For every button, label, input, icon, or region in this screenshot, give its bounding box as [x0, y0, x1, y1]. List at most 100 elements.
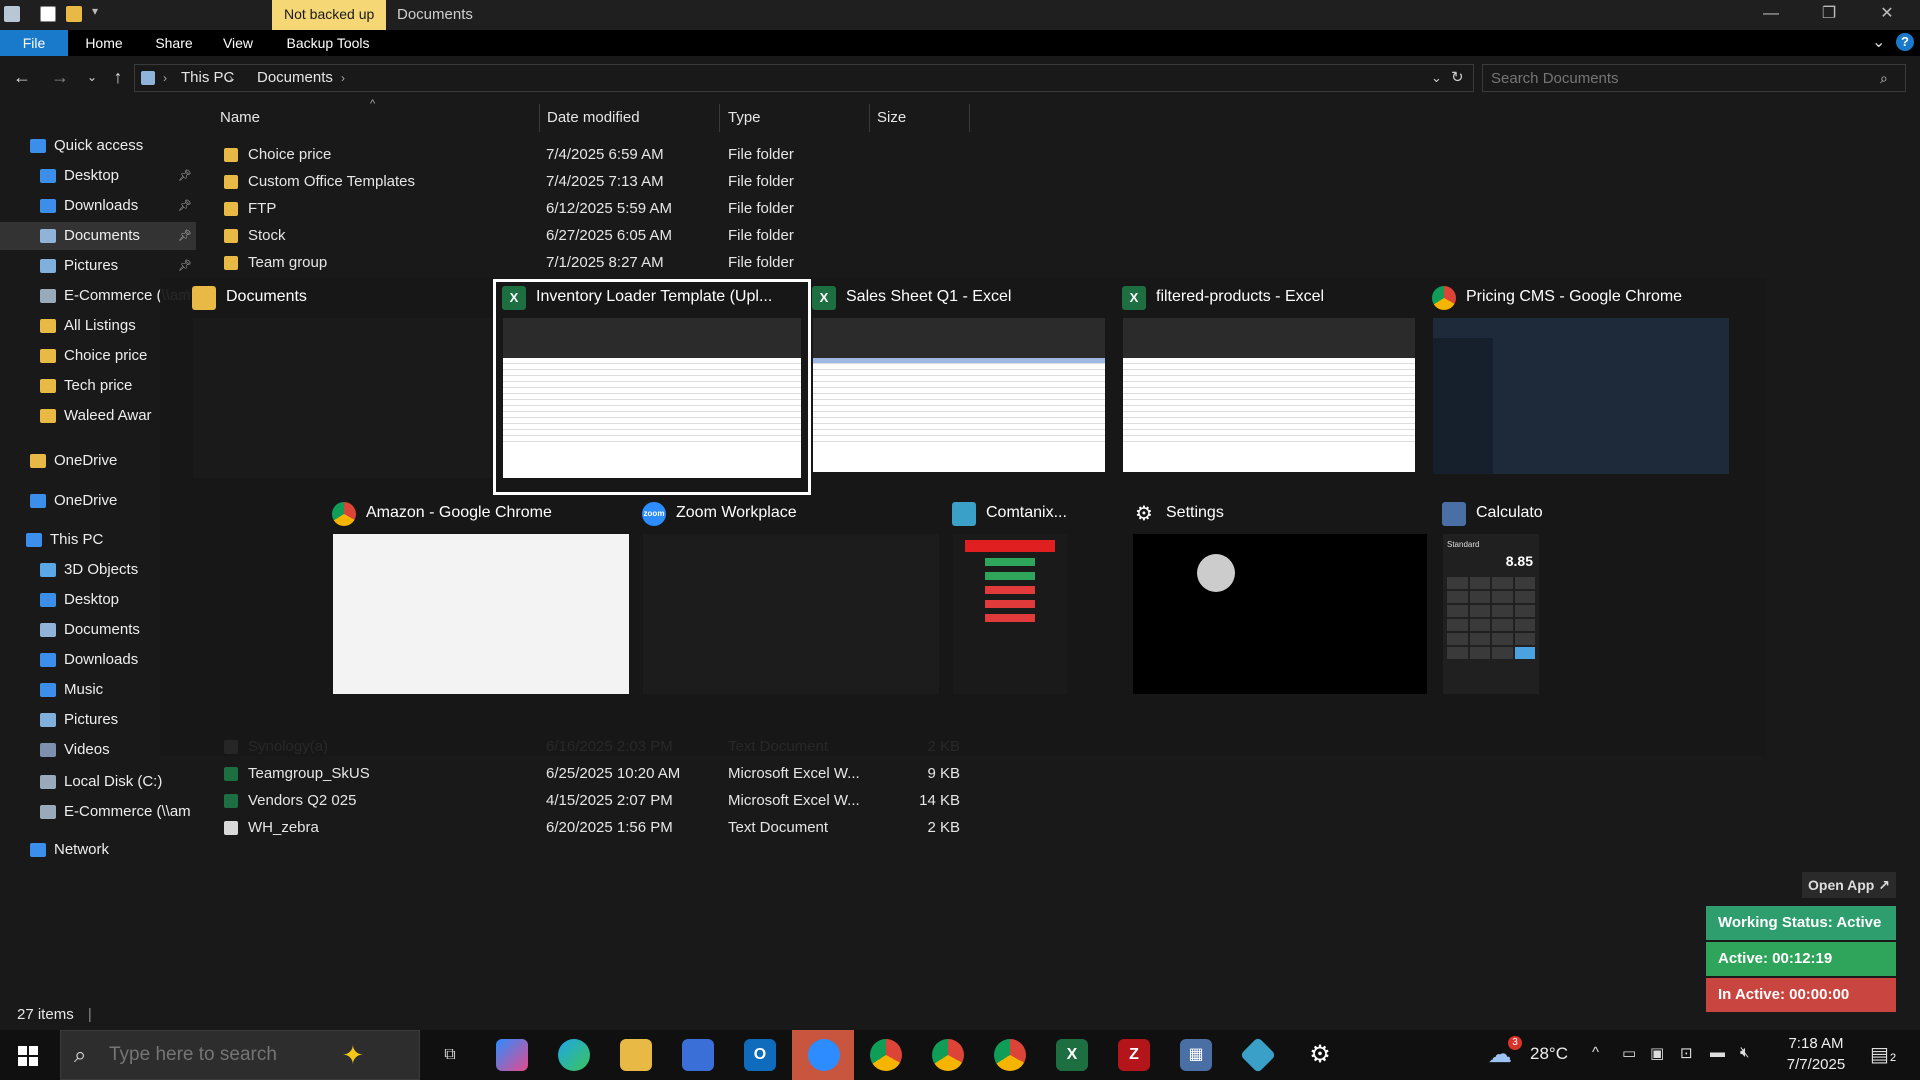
battery-icon[interactable]: ▬ — [1710, 1044, 1725, 1061]
help-icon[interactable]: ? — [1896, 33, 1914, 51]
taskbar: ⌕ ✦ ⧉ O X Z ▦ ⚙ ☁ 3 28°C ^ ▭ ▣ ⊡ ▬ 🔇︎ 7:… — [0, 1030, 1920, 1080]
filezilla-icon[interactable]: Z — [1118, 1039, 1150, 1071]
address-bar[interactable]: › This PC › Documents › ⌄ ↻ — [134, 64, 1474, 92]
nav-item-quick-access[interactable]: Quick access — [0, 132, 196, 160]
file-date: 6/20/2025 1:56 PM — [546, 819, 673, 836]
column-divider[interactable] — [969, 104, 970, 132]
switcher-card[interactable]: Xfiltered-products - Excel — [1116, 282, 1422, 492]
switcher-card[interactable]: X Sales Sheet Q1 - Excel — [806, 282, 1112, 492]
chrome-icon[interactable] — [932, 1039, 964, 1071]
column-header-name[interactable]: Name — [220, 98, 260, 138]
display-icon[interactable]: ▭ — [1622, 1044, 1636, 1062]
breadcrumb-separator-icon[interactable]: › — [229, 65, 233, 91]
copilot-sparkle-icon[interactable]: ✦ — [342, 1040, 364, 1071]
back-arrow-icon[interactable]: ← — [10, 66, 34, 90]
recent-locations-icon[interactable]: ⌄ — [80, 66, 104, 90]
expand-ribbon-icon[interactable]: ⌄ — [1872, 32, 1885, 52]
show-hidden-icons-icon[interactable]: ^ — [1592, 1044, 1599, 1061]
refresh-icon[interactable]: ↻ — [1451, 65, 1464, 91]
nav-item-desktop[interactable]: Desktop 📌︎ — [0, 162, 196, 190]
comtanix-icon[interactable] — [1239, 1036, 1277, 1074]
nav-item-e-commerce-am[interactable]: E-Commerce (\\am — [0, 798, 196, 826]
zoom-icon[interactable] — [808, 1039, 840, 1071]
open-app-button[interactable]: Open App ↗ — [1802, 872, 1896, 898]
column-header-type[interactable]: Type — [728, 98, 761, 138]
not-backed-up-badge[interactable]: Not backed up — [272, 0, 387, 30]
tab-share[interactable]: Share — [146, 30, 202, 56]
switcher-card[interactable]: Amazon - Google Chrome — [326, 498, 636, 708]
outlook-icon[interactable]: O — [744, 1039, 776, 1071]
temperature[interactable]: 28°C — [1530, 1044, 1568, 1064]
file-row[interactable]: Team group 7/1/2025 8:27 AM File folder — [200, 250, 1920, 276]
calculator-icon[interactable]: ▦ — [1180, 1039, 1212, 1071]
nav-item-network[interactable]: Network — [0, 836, 196, 864]
windows-start-icon[interactable] — [18, 1046, 38, 1066]
properties-check-icon[interactable] — [40, 6, 56, 22]
nav-item-documents[interactable]: Documents 📌︎ — [0, 222, 196, 250]
tab-file[interactable]: File — [0, 30, 68, 56]
settings-icon[interactable]: ⚙ — [1304, 1039, 1336, 1071]
customize-quick-access-icon[interactable]: ▾ — [92, 4, 98, 18]
column-divider[interactable] — [539, 104, 540, 132]
tab-home[interactable]: Home — [76, 30, 132, 56]
file-date: 6/12/2025 5:59 AM — [546, 200, 672, 217]
clock-date[interactable]: 7/7/2025 — [1780, 1056, 1852, 1073]
tab-backup-tools[interactable]: Backup Tools — [280, 30, 376, 56]
up-arrow-icon[interactable]: ↑ — [106, 66, 130, 90]
microsoft-store-icon[interactable] — [682, 1039, 714, 1071]
notification-icon[interactable]: ▤ — [1870, 1042, 1889, 1067]
column-header-size[interactable]: Size — [877, 98, 906, 138]
file-row[interactable]: Choice price 7/4/2025 6:59 AM File folder — [200, 142, 1920, 168]
nav-item-downloads[interactable]: Downloads 📌︎ — [0, 192, 196, 220]
breadcrumb-this-pc[interactable]: This PC — [181, 65, 234, 91]
breadcrumb-separator-icon[interactable]: › — [163, 65, 167, 91]
nav-item-label: Music — [64, 681, 104, 698]
desktop-icon — [40, 169, 56, 183]
file-explorer-icon[interactable] — [620, 1039, 652, 1071]
file-row[interactable]: Vendors Q2 025 4/15/2025 2:07 PM Microsoft… — [200, 788, 1920, 814]
file-row[interactable]: FTP 6/12/2025 5:59 AM File folder — [200, 196, 1920, 222]
volume-muted-icon[interactable]: 🔇︎ — [1740, 1044, 1749, 1061]
file-name: FTP — [248, 200, 277, 217]
switcher-card[interactable]: Comtanix... — [946, 498, 1074, 708]
nav-item-pictures[interactable]: Pictures 📌︎ — [0, 252, 196, 280]
new-folder-icon[interactable] — [66, 6, 82, 22]
edge-icon[interactable] — [558, 1039, 590, 1071]
file-row[interactable]: Custom Office Templates 7/4/2025 7:13 AM F… — [200, 169, 1920, 195]
column-divider[interactable] — [719, 104, 720, 132]
forward-arrow-icon[interactable]: → — [48, 66, 72, 90]
search-input[interactable] — [1482, 64, 1906, 92]
switcher-card-title: Inventory Loader Template (Upl... — [536, 288, 773, 305]
address-dropdown-icon[interactable]: ⌄ — [1431, 65, 1442, 91]
switcher-card[interactable]: Documents — [186, 282, 500, 492]
restore-button[interactable]: ❐ — [1800, 0, 1858, 30]
taskbar-search-input[interactable] — [60, 1030, 420, 1080]
chrome-icon[interactable] — [870, 1039, 902, 1071]
switcher-card[interactable]: Pricing CMS - Google Chrome — [1426, 282, 1736, 492]
chrome-icon[interactable] — [994, 1039, 1026, 1071]
minimize-button[interactable]: — — [1742, 0, 1800, 30]
breadcrumb-documents[interactable]: Documents — [257, 65, 333, 91]
meet-icon[interactable]: ▣ — [1650, 1044, 1664, 1062]
breadcrumb-separator-icon[interactable]: › — [341, 65, 345, 91]
column-header-date-modified[interactable]: Date modified — [547, 98, 640, 138]
window-thumbnail — [193, 318, 493, 478]
file-row[interactable]: Teamgroup_SkUS 6/25/2025 10:20 AM Microsof… — [200, 761, 1920, 787]
clock-time[interactable]: 7:18 AM — [1780, 1035, 1852, 1052]
nav-item-local-disk-c[interactable]: Local Disk (C:) — [0, 768, 196, 796]
file-type: Text Document — [728, 819, 829, 836]
copilot-icon[interactable] — [496, 1039, 528, 1071]
switcher-card[interactable]: X Inventory Loader Template (Upl... — [493, 279, 811, 495]
switcher-card[interactable]: zoom Zoom Workplace — [636, 498, 946, 708]
switcher-card[interactable]: ⚙ Settings — [1126, 498, 1434, 708]
tab-view[interactable]: View — [212, 30, 264, 56]
column-divider[interactable] — [869, 104, 870, 132]
network-status-icon[interactable]: ⊡ — [1680, 1044, 1693, 1062]
file-row[interactable]: Stock 6/27/2025 6:05 AM File folder — [200, 223, 1920, 249]
close-button[interactable]: ✕ — [1858, 0, 1916, 30]
task-view-icon[interactable]: ⧉ — [434, 1039, 466, 1071]
switcher-card[interactable]: Calculator Standard 8.85 — [1436, 498, 1546, 708]
excel-icon[interactable]: X — [1056, 1039, 1088, 1071]
file-row[interactable]: WH_zebra 6/20/2025 1:56 PM Text Document 2 … — [200, 815, 1920, 841]
search-icon: ⌕ — [74, 1042, 87, 1067]
